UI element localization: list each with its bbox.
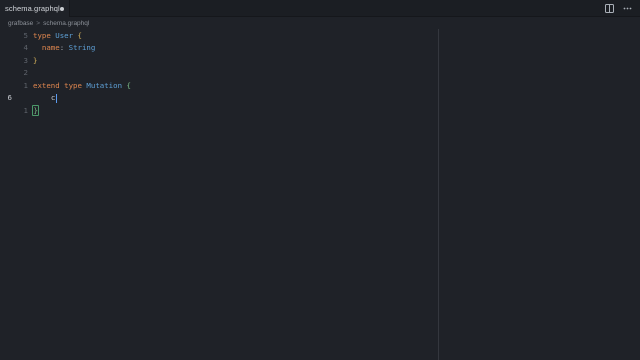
line-number: 2 xyxy=(23,68,28,78)
code-token: String xyxy=(68,43,96,53)
code-token: type xyxy=(64,80,82,90)
code-line[interactable]: 2 xyxy=(0,67,437,80)
editor-window: schema.graphql grafbase > schema.graphql… xyxy=(0,0,640,360)
line-number: 1 xyxy=(23,105,28,115)
code-token: name xyxy=(41,43,60,53)
split-editor-icon[interactable] xyxy=(604,3,614,13)
code-token: { xyxy=(77,30,82,40)
line-number: 5 xyxy=(23,30,28,40)
code-line[interactable]: 3} xyxy=(0,54,437,67)
code-line[interactable]: 1 extend type Mutation { xyxy=(0,79,437,92)
line-number: 6 xyxy=(7,93,12,103)
typed-text: c xyxy=(50,93,56,102)
code-token: type xyxy=(33,30,51,40)
tab-bar: schema.graphql xyxy=(0,0,640,17)
breadcrumb-separator: > xyxy=(36,19,41,27)
line-number: 4 xyxy=(23,43,28,53)
line-number: 1 xyxy=(23,80,28,90)
tab-schema-graphql[interactable]: schema.graphql xyxy=(0,0,70,17)
line-number: 3 xyxy=(23,55,28,65)
code-token: User xyxy=(55,30,74,40)
code-token: extend xyxy=(33,80,60,90)
matched-bracket: } xyxy=(32,104,40,116)
code-line[interactable]: 6 c xyxy=(0,92,437,105)
breadcrumb: grafbase > schema.graphql xyxy=(8,18,89,28)
more-actions-icon[interactable] xyxy=(622,3,632,13)
tab-actions xyxy=(604,3,632,13)
line-content: name: String xyxy=(33,43,95,52)
line-content: type User { xyxy=(33,31,82,40)
unsaved-dot-icon[interactable] xyxy=(60,6,64,11)
code-token: Mutation xyxy=(86,80,123,90)
code-token: } xyxy=(33,55,38,65)
vertical-ruler xyxy=(438,29,439,360)
breadcrumb-folder[interactable]: grafbase xyxy=(8,20,33,27)
line-content: extend type Mutation { xyxy=(33,81,131,90)
code-line[interactable]: 1} xyxy=(0,104,437,117)
line-content: c xyxy=(33,93,57,103)
code-line[interactable]: 4 name: String xyxy=(0,42,437,55)
tab-label: schema.graphql xyxy=(5,4,60,13)
code-editor[interactable]: 5 type User {4 name: String 3} 2 1 extend typ… xyxy=(0,29,640,360)
text-caret xyxy=(55,93,57,103)
code-line[interactable]: 5 type User { xyxy=(0,29,437,42)
line-content: } xyxy=(33,56,37,65)
line-content: } xyxy=(32,104,40,116)
code-token: { xyxy=(126,80,131,90)
breadcrumb-file[interactable]: schema.graphql xyxy=(43,20,89,27)
